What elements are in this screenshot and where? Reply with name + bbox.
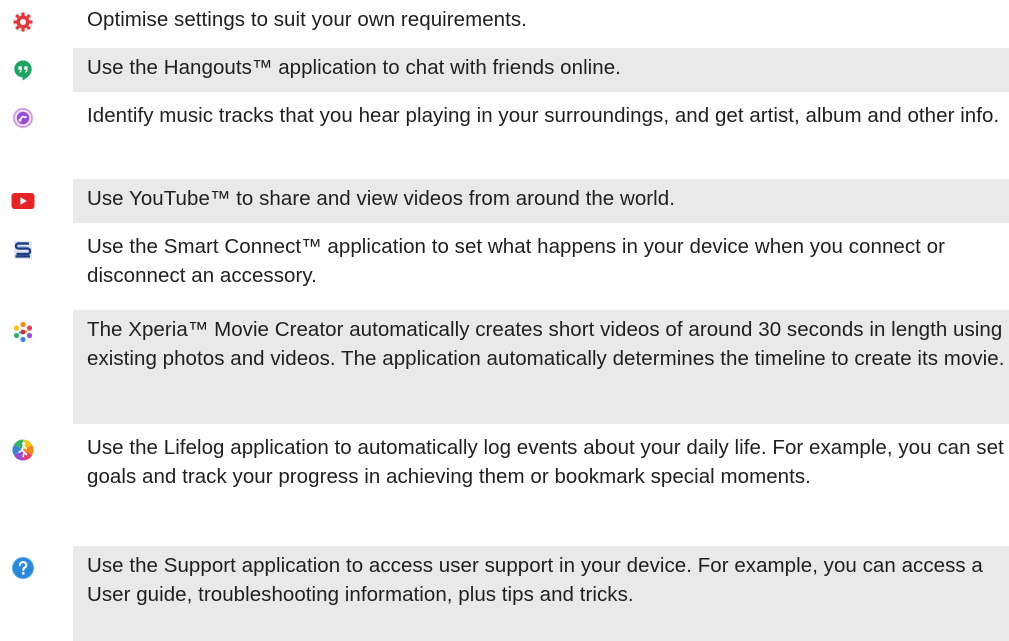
trackid-icon (11, 106, 35, 130)
list-item-trackid: Identify music tracks that you hear play… (0, 96, 1009, 175)
list-item-lifelog: Use the Lifelog application to automatic… (0, 428, 1009, 542)
smart-connect-icon (11, 238, 35, 262)
app-description: Optimise settings to suit your own requi… (87, 8, 527, 31)
app-description: Use YouTube™ to share and view videos fr… (73, 179, 1009, 223)
app-description: Use the Lifelog application to automatic… (87, 436, 1004, 488)
list-item-smart-connect: Use the Smart Connect™ application to se… (0, 227, 1009, 306)
app-description: Use the Hangouts™ application to chat wi… (73, 48, 1009, 92)
list-item-settings: Optimise settings to suit your own requi… (0, 0, 1009, 44)
app-description: Use the Smart Connect™ application to se… (87, 235, 945, 287)
youtube-icon (11, 189, 35, 213)
movie-creator-icon (11, 320, 35, 344)
lifelog-icon (11, 438, 35, 462)
list-item-movie-creator: The Xperia™ Movie Creator automatically … (0, 310, 1009, 424)
list-item-youtube: Use YouTube™ to share and view videos fr… (0, 179, 1009, 223)
app-description: Identify music tracks that you hear play… (87, 104, 1000, 127)
app-description: Use the Support application to access us… (73, 546, 1009, 641)
app-description: The Xperia™ Movie Creator automatically … (73, 310, 1009, 424)
hangouts-icon (11, 58, 35, 82)
support-icon (11, 556, 35, 580)
list-item-support: Use the Support application to access us… (0, 546, 1009, 641)
settings-icon (11, 10, 35, 34)
list-item-hangouts: Use the Hangouts™ application to chat wi… (0, 48, 1009, 92)
